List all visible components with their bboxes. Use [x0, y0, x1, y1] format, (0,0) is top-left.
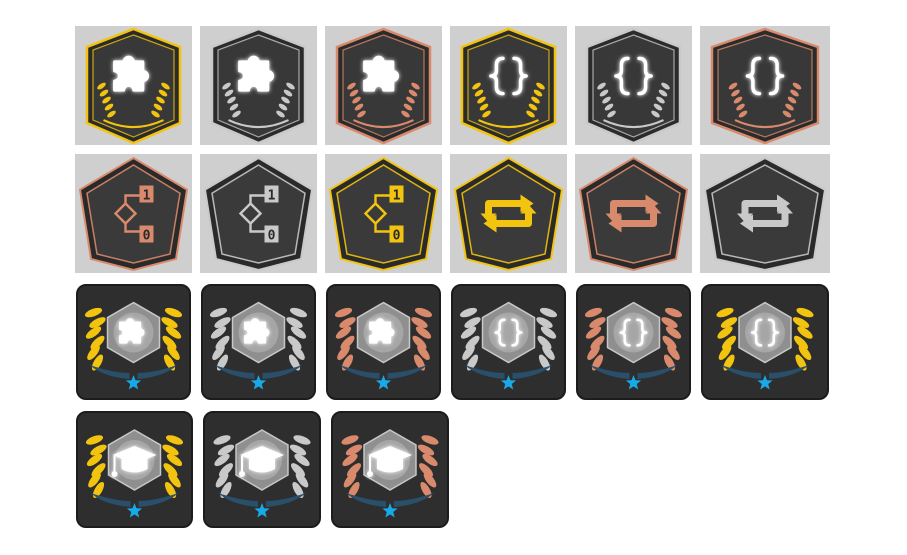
puzzle-badge [201, 284, 316, 400]
badge-row1-1 [75, 26, 192, 145]
badge-row3-6 [700, 283, 830, 401]
puzzle-badge [85, 27, 182, 145]
badge-row1-4 [450, 26, 567, 145]
braces-badge [701, 284, 829, 400]
puzzle-icon [119, 318, 145, 344]
badge-row1-3 [325, 26, 442, 145]
badge-row2-2: 10 [200, 154, 317, 273]
branch-true-label: 1 [393, 189, 401, 204]
braces-badge [710, 27, 820, 145]
branch-badge: 10 [328, 156, 439, 272]
badge-row4-2 [202, 410, 322, 529]
branch-true-label: 1 [143, 189, 151, 204]
braces-badge [460, 27, 557, 145]
branch-badge: 10 [78, 156, 189, 272]
graduation-cap-badge [76, 411, 193, 528]
loop-badge [703, 156, 827, 272]
puzzle-icon [369, 318, 395, 344]
branch-false-label: 0 [393, 229, 401, 244]
badge-row4-3 [330, 410, 450, 529]
badge-row2-4 [450, 154, 567, 273]
loop-badge [578, 156, 689, 272]
graduation-cap-badge [203, 411, 321, 528]
badge-row4-1 [75, 410, 194, 529]
puzzle-icon [238, 55, 275, 92]
puzzle-icon [363, 55, 400, 92]
badge-row2-3: 10 [325, 154, 442, 273]
braces-badge [451, 284, 566, 400]
badge-row3-5 [575, 283, 692, 401]
braces-badge [576, 284, 691, 400]
badge-row2-1: 10 [75, 154, 192, 273]
puzzle-badge [210, 27, 307, 145]
puzzle-badge [326, 284, 441, 400]
graduation-cap-badge [331, 411, 449, 528]
badge-row3-2 [200, 283, 317, 401]
badge-row1-5 [575, 26, 692, 145]
badge-row1-6 [700, 26, 830, 145]
branch-badge: 10 [203, 156, 314, 272]
branch-false-label: 0 [268, 229, 276, 244]
braces-badge [585, 27, 682, 145]
badge-row2-5 [575, 154, 692, 273]
badge-row3-4 [450, 283, 567, 401]
badge-row3-3 [325, 283, 442, 401]
badge-row1-2 [200, 26, 317, 145]
puzzle-icon [244, 318, 270, 344]
branch-true-label: 1 [268, 189, 276, 204]
puzzle-badge [76, 284, 191, 400]
puzzle-badge [335, 27, 432, 145]
puzzle-icon [113, 55, 150, 92]
badge-row2-6 [700, 154, 830, 273]
loop-badge [453, 156, 564, 272]
branch-false-label: 0 [143, 229, 151, 244]
badge-row3-1 [75, 283, 192, 401]
